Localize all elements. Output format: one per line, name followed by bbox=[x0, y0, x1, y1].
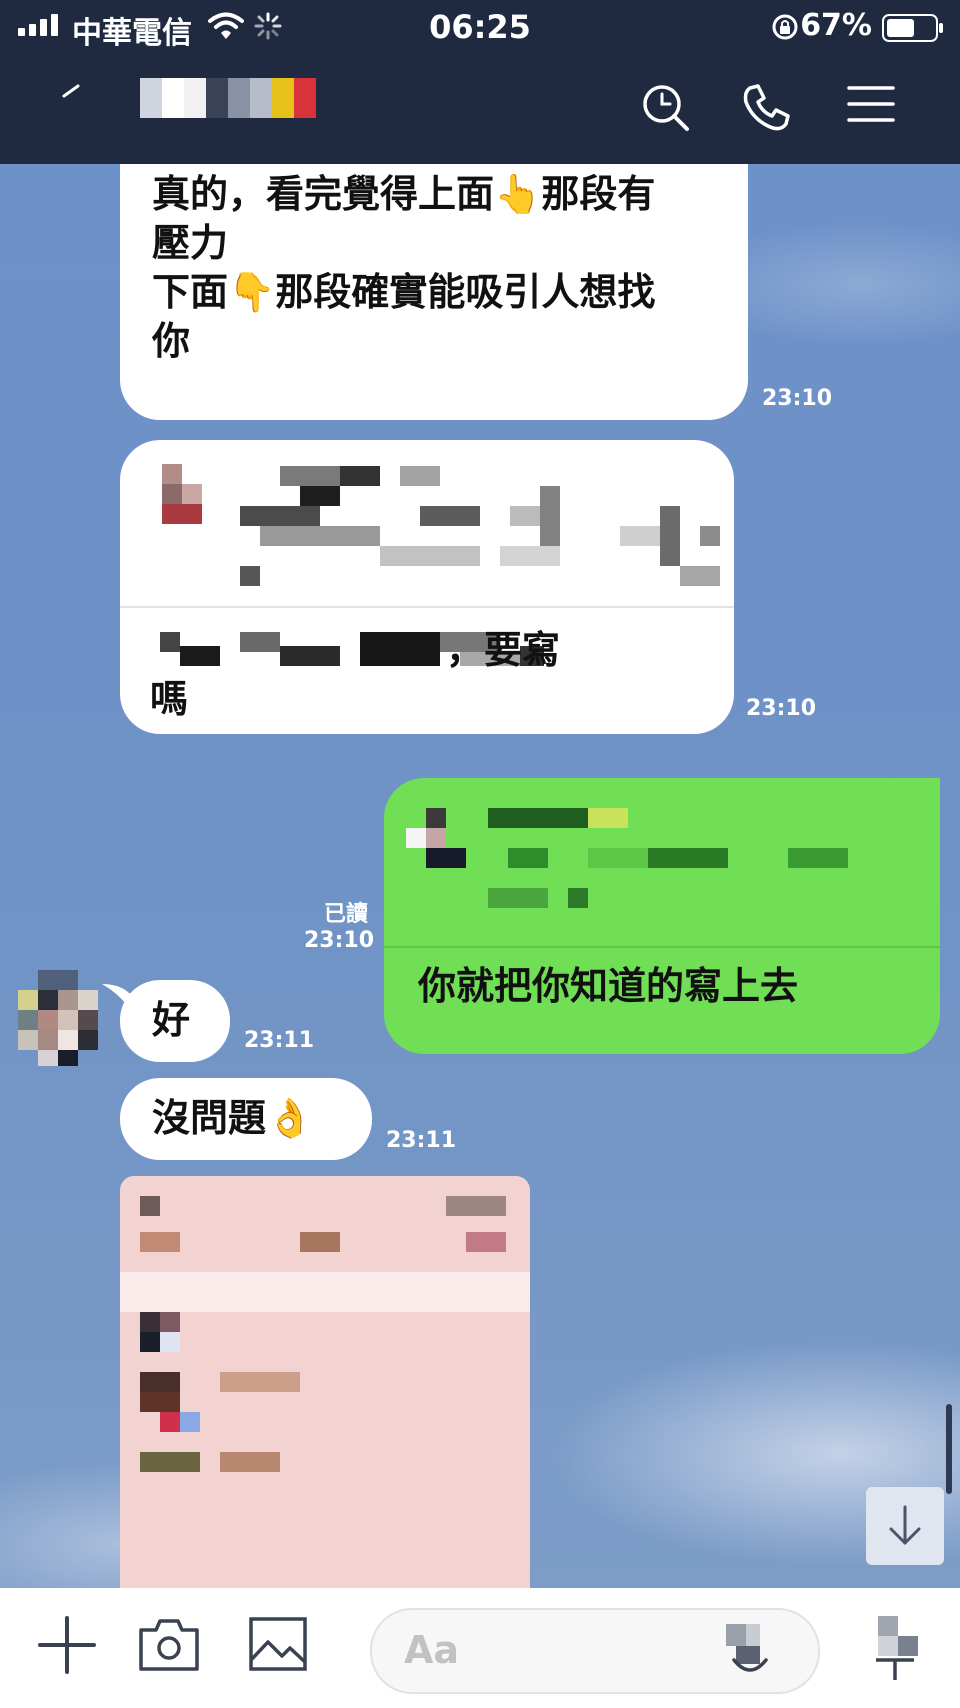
shared-image-redacted[interactable] bbox=[120, 1176, 530, 1588]
message-time: 23:10 bbox=[746, 696, 817, 721]
message-bubble-incoming-reply[interactable]: ，要寫 嗎 bbox=[120, 440, 734, 734]
battery-percent: 67% bbox=[800, 8, 872, 43]
emoji-icon[interactable] bbox=[722, 1624, 778, 1680]
message-text: ，要寫 嗎 bbox=[150, 628, 561, 721]
image-icon[interactable] bbox=[248, 1616, 308, 1672]
top-bar: 中華電信 06:25 67% bbox=[0, 0, 960, 164]
message-time: 23:10 bbox=[304, 928, 375, 953]
search-icon[interactable] bbox=[640, 82, 692, 134]
phone-icon[interactable] bbox=[740, 82, 792, 134]
message-input[interactable] bbox=[402, 1624, 706, 1676]
message-time: 23:10 bbox=[762, 386, 833, 411]
quoted-message-redacted bbox=[384, 778, 940, 948]
status-bar: 中華電信 06:25 67% bbox=[0, 0, 960, 54]
reply-divider bbox=[384, 946, 940, 948]
arrow-down-icon bbox=[889, 1505, 921, 1545]
chat-name-redacted bbox=[140, 78, 316, 118]
microphone-icon[interactable] bbox=[872, 1616, 918, 1682]
scrollbar[interactable] bbox=[946, 1404, 952, 1494]
chat-area[interactable]: 真的，看完覺得上面👆那段有 壓力 下面👇那段確實能吸引人想找 你 23:10 ，… bbox=[0, 164, 960, 1588]
quoted-message-redacted bbox=[120, 440, 734, 610]
message-bubble-outgoing-reply[interactable]: 你就把你知道的寫上去 bbox=[384, 778, 940, 1054]
plus-icon[interactable] bbox=[38, 1616, 96, 1674]
battery-icon bbox=[882, 14, 943, 42]
message-bubble-incoming[interactable]: 真的，看完覺得上面👆那段有 壓力 下面👇那段確實能吸引人想找 你 bbox=[120, 164, 748, 420]
rotation-lock-icon bbox=[772, 14, 798, 40]
message-text: 真的，看完覺得上面👆那段有 壓力 下面👇那段確實能吸引人想找 你 bbox=[152, 172, 656, 363]
scroll-to-bottom-button[interactable] bbox=[866, 1487, 944, 1565]
message-text: 好 bbox=[152, 998, 191, 1042]
reply-divider bbox=[120, 606, 734, 608]
message-text: 你就把你知道的寫上去 bbox=[418, 964, 799, 1008]
message-time: 23:11 bbox=[244, 1028, 315, 1053]
message-bubble-incoming[interactable]: 沒問題👌 bbox=[120, 1078, 372, 1160]
back-icon[interactable] bbox=[58, 80, 86, 108]
avatar[interactable] bbox=[18, 970, 98, 1066]
message-time: 23:11 bbox=[386, 1128, 457, 1153]
message-input-field[interactable] bbox=[370, 1608, 820, 1694]
message-bubble-incoming[interactable]: 好 bbox=[120, 980, 230, 1062]
read-receipt: 已讀 bbox=[324, 902, 369, 927]
battery-level bbox=[887, 19, 914, 37]
message-text: 沒問題👌 bbox=[152, 1096, 314, 1140]
camera-icon[interactable] bbox=[138, 1616, 200, 1672]
menu-icon[interactable] bbox=[846, 82, 896, 126]
input-bar bbox=[0, 1588, 960, 1708]
